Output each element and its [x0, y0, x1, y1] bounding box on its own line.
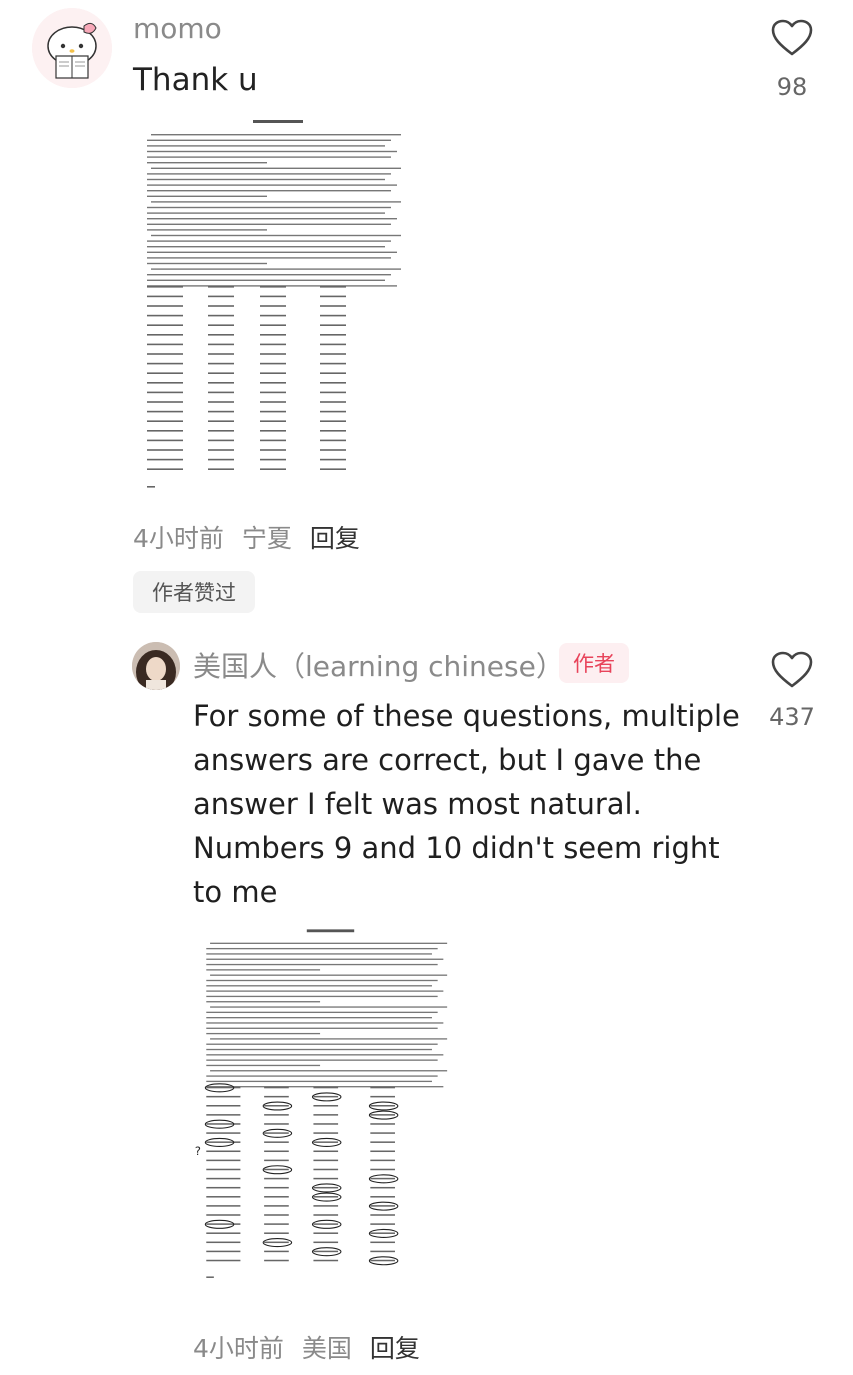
like-count: 437 — [769, 703, 815, 731]
reply-button[interactable]: 回复 — [370, 1334, 420, 1363]
annotated-document-scan-image: ? — [195, 929, 448, 1278]
document-scan-image — [147, 120, 401, 488]
comment-text-line: For some of these questions, multiple — [193, 699, 740, 733]
avatar[interactable] — [132, 642, 180, 690]
heart-outline-icon — [771, 651, 813, 688]
comment-username[interactable]: 美国人（learning chinese） — [193, 645, 564, 685]
comment-time: 4小时前 — [193, 1334, 284, 1363]
comment-meta: 4小时前 宁夏 回复 — [133, 519, 360, 555]
user-photo-avatar — [132, 642, 180, 690]
attached-image[interactable]: ? — [193, 918, 468, 1308]
comment-text-line: answer I felt was most natural. — [193, 787, 642, 821]
like-button[interactable] — [770, 18, 814, 62]
comment-location: 美国 — [301, 1334, 352, 1363]
heart-outline-icon — [771, 19, 813, 56]
attached-image[interactable] — [133, 108, 423, 503]
comment-username[interactable]: momo — [133, 12, 222, 45]
comment-text-line: to me — [193, 875, 278, 909]
hello-kitty-avatar — [32, 8, 112, 88]
like-button[interactable] — [770, 650, 814, 694]
author-liked-chip: 作者赞过 — [133, 571, 255, 613]
like-count: 98 — [776, 73, 808, 101]
comment-meta: 4小时前 美国 回复 — [193, 1329, 420, 1365]
comment-text-line: Numbers 9 and 10 didn't seem right — [193, 831, 720, 865]
comment-time: 4小时前 — [133, 524, 224, 553]
reply-button[interactable]: 回复 — [310, 524, 360, 553]
avatar[interactable] — [32, 8, 112, 88]
author-badge: 作者 — [559, 643, 629, 683]
svg-text:?: ? — [195, 1144, 201, 1158]
comment-text: For some of these questions, multiple an… — [193, 694, 740, 914]
comment-location: 宁夏 — [241, 524, 292, 553]
comment-text-line: answers are correct, but I gave the — [193, 743, 702, 777]
comment-text: Thank u — [133, 62, 258, 98]
